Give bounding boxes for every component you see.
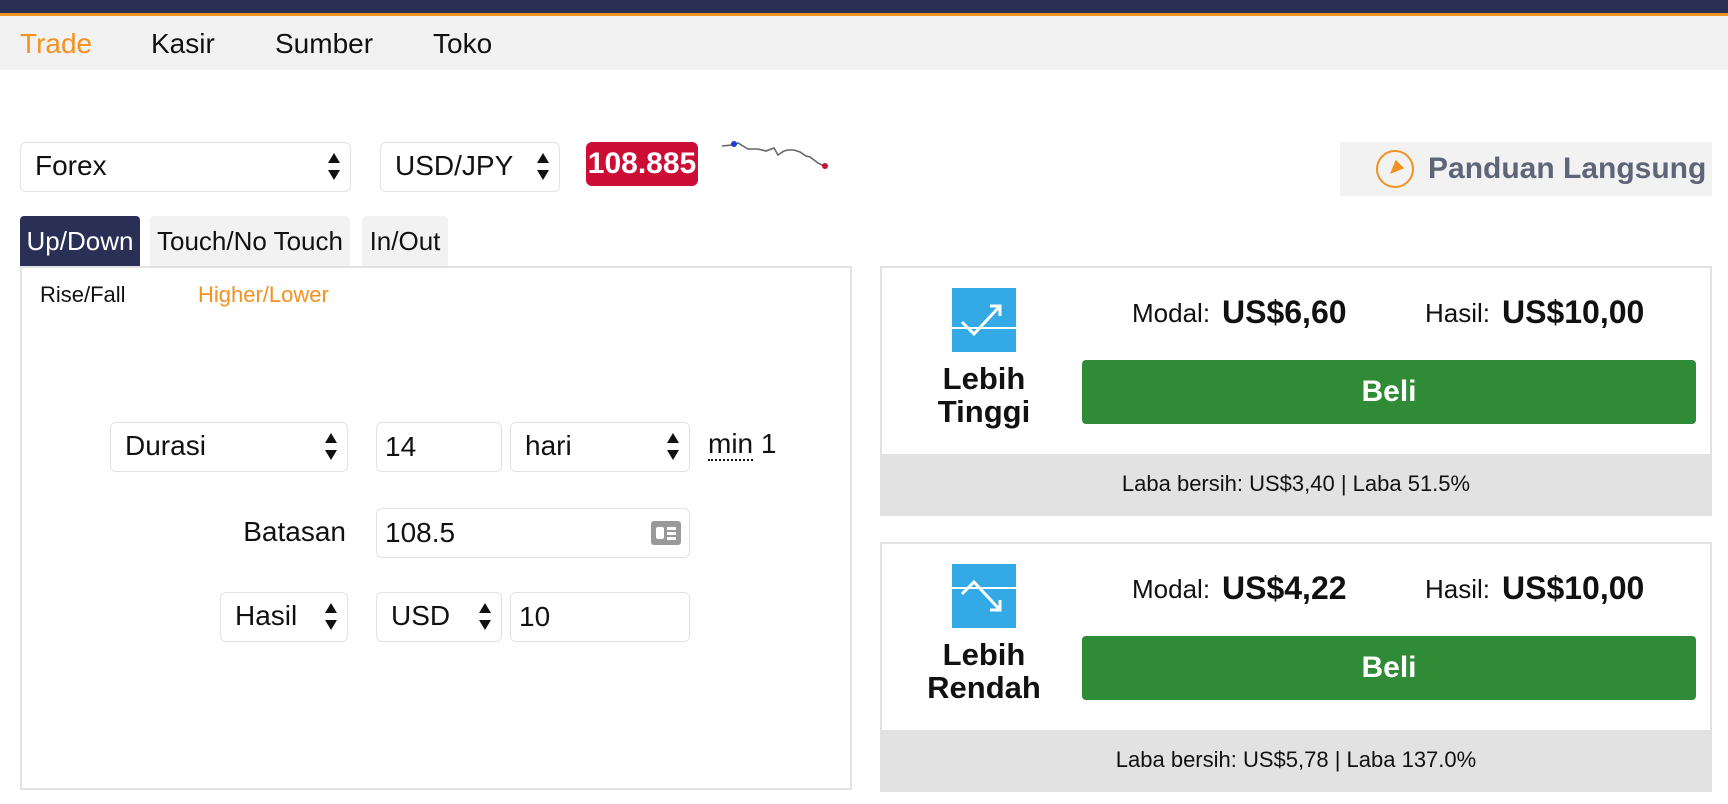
stake-value: US$6,60: [1222, 294, 1347, 330]
min-duration-prefix: min: [708, 428, 754, 461]
currency-value: USD: [391, 600, 451, 631]
tab-up-down[interactable]: Up/Down: [20, 216, 140, 266]
sparkline-start-dot: [731, 141, 737, 147]
contract-title-line2: Tinggi: [937, 394, 1031, 429]
buy-higher-button[interactable]: Beli: [1082, 360, 1696, 424]
select-arrows-icon: [667, 433, 679, 461]
contract-title-line1: Lebih: [942, 637, 1026, 672]
stake-value: US$4,22: [1222, 570, 1347, 606]
barrier-value: 108.5: [385, 517, 456, 548]
barrier-input[interactable]: 108.5: [376, 508, 690, 558]
currency-select[interactable]: USD: [376, 592, 502, 642]
min-duration-value: 1: [760, 428, 777, 459]
contract-title-line2: Rendah: [927, 670, 1041, 705]
main-nav: Trade Kasir Sumber Toko: [0, 16, 1728, 70]
symbol-select[interactable]: USD/JPY: [380, 142, 560, 192]
live-guide-label: Panduan Langsung: [1428, 152, 1707, 185]
buy-lower-button[interactable]: Beli: [1082, 636, 1696, 700]
stake-label: Modal:: [1132, 574, 1211, 604]
nav-trade[interactable]: Trade: [20, 28, 92, 60]
sparkline-end-dot: [822, 163, 828, 169]
tab-touch-no-touch[interactable]: Touch/No Touch: [150, 216, 350, 266]
net-profit-info: Laba bersih: US$5,78 | Laba 137.0%: [882, 730, 1710, 790]
tab-in-out[interactable]: In/Out: [362, 216, 448, 266]
nav-sumber[interactable]: Sumber: [275, 28, 373, 60]
duration-unit-value: hari: [525, 430, 572, 461]
select-arrows-icon: [479, 603, 491, 631]
payout-value: US$10,00: [1502, 570, 1645, 606]
amount-input[interactable]: 10: [510, 592, 690, 642]
contract-lower-box: Lebih Rendah Modal: US$4,22 Hasil: US$10…: [880, 542, 1712, 792]
market-category-select[interactable]: Forex: [20, 142, 351, 192]
trade-form-panel: Rise/Fall Higher/Lower Durasi 14 hari mi…: [20, 266, 852, 790]
id-card-icon[interactable]: [651, 521, 681, 545]
select-arrows-icon: [325, 603, 337, 631]
subtab-rise-fall[interactable]: Rise/Fall: [40, 282, 126, 308]
contract-higher-box: Lebih Tinggi Modal: US$6,60 Hasil: US$10…: [880, 266, 1712, 516]
price-sparkline: [721, 141, 828, 169]
duration-type-value: Durasi: [125, 430, 206, 461]
select-arrows-icon: [328, 153, 340, 181]
spot-price-badge: 108.885: [586, 142, 698, 186]
payout-type-value: Hasil: [235, 600, 298, 631]
duration-type-select[interactable]: Durasi: [110, 422, 348, 472]
contract-title-line1: Lebih: [942, 361, 1026, 396]
subtab-higher-lower[interactable]: Higher/Lower: [198, 282, 329, 308]
contract-title: Lebih Rendah: [902, 638, 1066, 704]
nav-kasir[interactable]: Kasir: [151, 28, 215, 60]
payout-label: Hasil:: [1425, 298, 1491, 328]
stake-label: Modal:: [1132, 298, 1211, 328]
min-duration-label: min 1: [708, 428, 777, 461]
payout-type-select[interactable]: Hasil: [220, 592, 348, 642]
contract-title: Lebih Tinggi: [902, 362, 1066, 428]
trend-down-icon: [952, 564, 1016, 628]
live-guide-button[interactable]: Panduan Langsung: [1340, 142, 1712, 196]
trend-up-icon: [952, 288, 1016, 352]
duration-unit-select[interactable]: hari: [510, 422, 690, 472]
top-accent-bar: [0, 0, 1728, 16]
navigate-icon: [1376, 150, 1414, 188]
payout-value: US$10,00: [1502, 294, 1645, 330]
nav-toko[interactable]: Toko: [433, 28, 492, 60]
market-category-value: Forex: [35, 150, 107, 181]
select-arrows-icon: [325, 433, 337, 461]
select-arrows-icon: [537, 153, 549, 181]
barrier-label: Batasan: [243, 516, 346, 547]
net-profit-info: Laba bersih: US$3,40 | Laba 51.5%: [882, 454, 1710, 514]
duration-value-input[interactable]: 14: [376, 422, 502, 472]
payout-label: Hasil:: [1425, 574, 1491, 604]
symbol-value: USD/JPY: [395, 150, 514, 181]
